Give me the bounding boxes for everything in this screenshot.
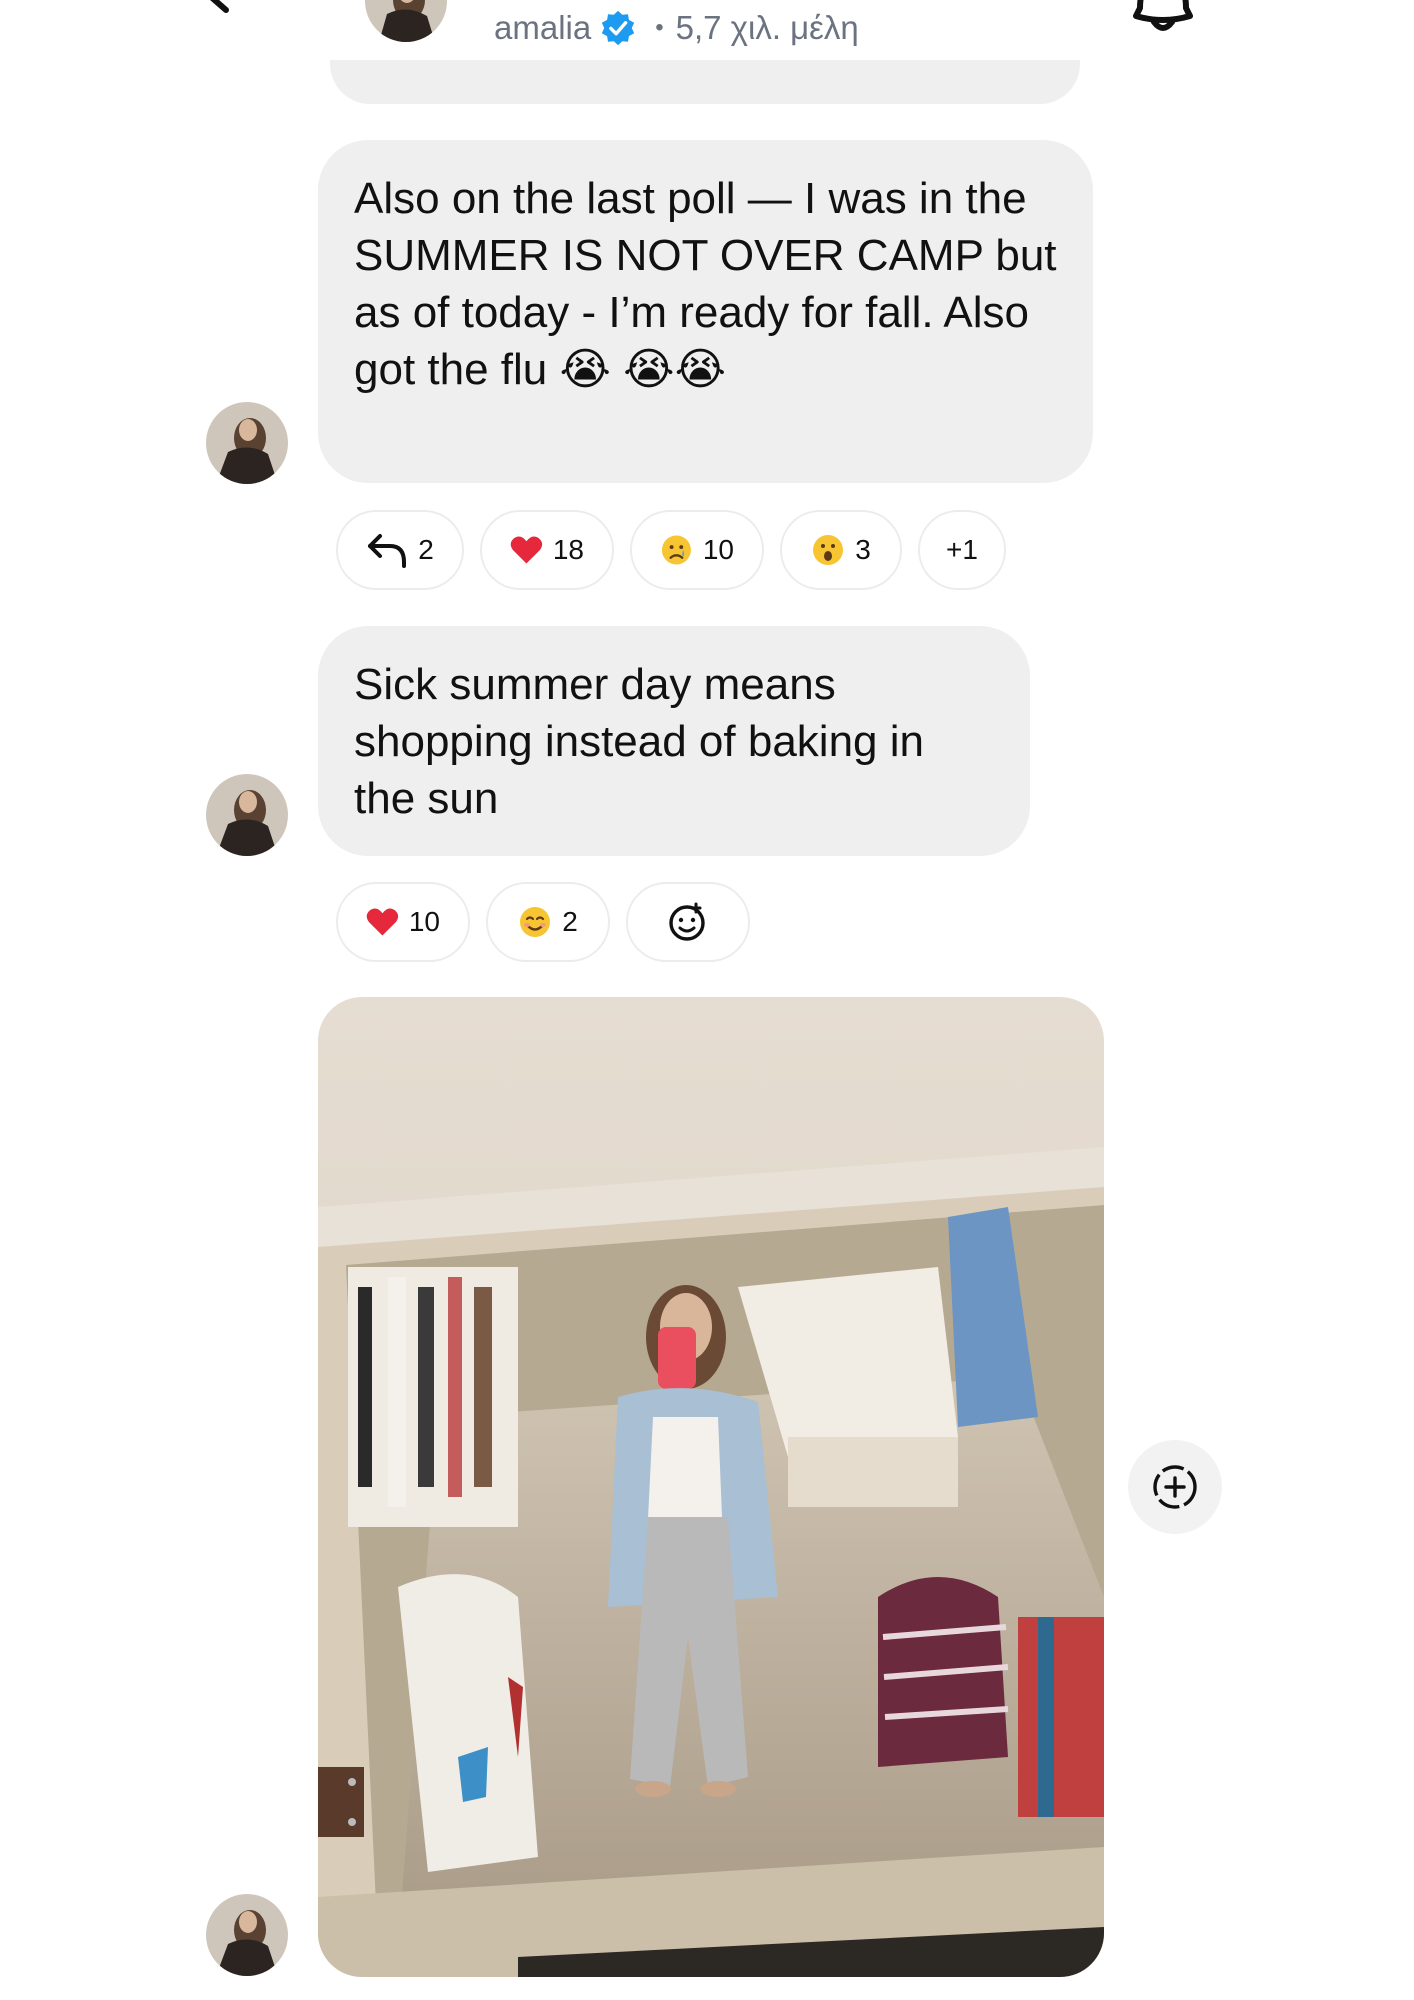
reaction-bar-1: 2 18 10 3 +1 bbox=[336, 510, 1006, 590]
reaction-smile[interactable]: 2 bbox=[486, 882, 610, 962]
channel-page: amalia • 5,7 χιλ. μέλη Also on the last … bbox=[0, 0, 1414, 2000]
sender-avatar[interactable] bbox=[206, 1894, 288, 1976]
bell-icon[interactable] bbox=[1130, 0, 1196, 40]
reaction-count: 3 bbox=[855, 534, 871, 565]
surprised-face-icon bbox=[813, 535, 844, 565]
back-arrow-icon[interactable] bbox=[200, 0, 270, 30]
sender-avatar[interactable] bbox=[206, 774, 288, 856]
reaction-wow[interactable]: 3 bbox=[780, 510, 902, 590]
reaction-count: 10 bbox=[408, 906, 440, 937]
reaction-heart[interactable]: 10 bbox=[336, 882, 470, 962]
more-reactions-count: +1 bbox=[946, 534, 978, 565]
channel-header: amalia • 5,7 χιλ. μέλη bbox=[0, 0, 1414, 60]
message-bubble-2[interactable]: Sick summer day means shopping instead o… bbox=[318, 626, 1030, 856]
more-reactions-button[interactable]: +1 bbox=[918, 510, 1006, 590]
replies-button[interactable]: 2 bbox=[336, 510, 464, 590]
crying-emoji: 😭 bbox=[559, 344, 611, 395]
channel-title[interactable]: amalia • 5,7 χιλ. μέλη bbox=[494, 4, 859, 52]
message-bubble-1[interactable]: Also on the last poll — I was in the SUM… bbox=[318, 140, 1093, 483]
sender-avatar[interactable] bbox=[206, 402, 288, 484]
heart-icon bbox=[510, 536, 543, 564]
add-circle-icon bbox=[1153, 1465, 1197, 1509]
previous-message-bubble bbox=[330, 60, 1080, 104]
reaction-count: 2 bbox=[562, 906, 578, 937]
crying-emoji-pair: 😭😭 bbox=[623, 344, 726, 395]
add-reaction-floating-button[interactable] bbox=[1128, 1440, 1222, 1534]
verified-badge-icon bbox=[602, 10, 635, 46]
separator-dot: • bbox=[655, 14, 664, 41]
heart-icon bbox=[366, 908, 399, 936]
reaction-bar-2: 10 2 bbox=[336, 882, 750, 962]
add-reaction-icon bbox=[669, 902, 705, 941]
reaction-count: 18 bbox=[552, 534, 584, 565]
reaction-sad[interactable]: 10 bbox=[630, 510, 764, 590]
replies-count: 2 bbox=[418, 534, 434, 565]
message-text: Sick summer day means shopping instead o… bbox=[354, 660, 924, 823]
smiling-face-icon bbox=[520, 907, 551, 937]
member-count: 5,7 χιλ. μέλη bbox=[675, 9, 859, 46]
add-reaction-button[interactable] bbox=[626, 882, 750, 962]
sad-face-icon bbox=[661, 535, 691, 565]
reply-icon bbox=[368, 534, 407, 568]
reaction-count: 10 bbox=[702, 534, 734, 565]
channel-name: amalia bbox=[494, 9, 592, 46]
message-photo[interactable] bbox=[318, 997, 1104, 1977]
reaction-heart[interactable]: 18 bbox=[480, 510, 614, 590]
channel-avatar[interactable] bbox=[365, 0, 447, 42]
